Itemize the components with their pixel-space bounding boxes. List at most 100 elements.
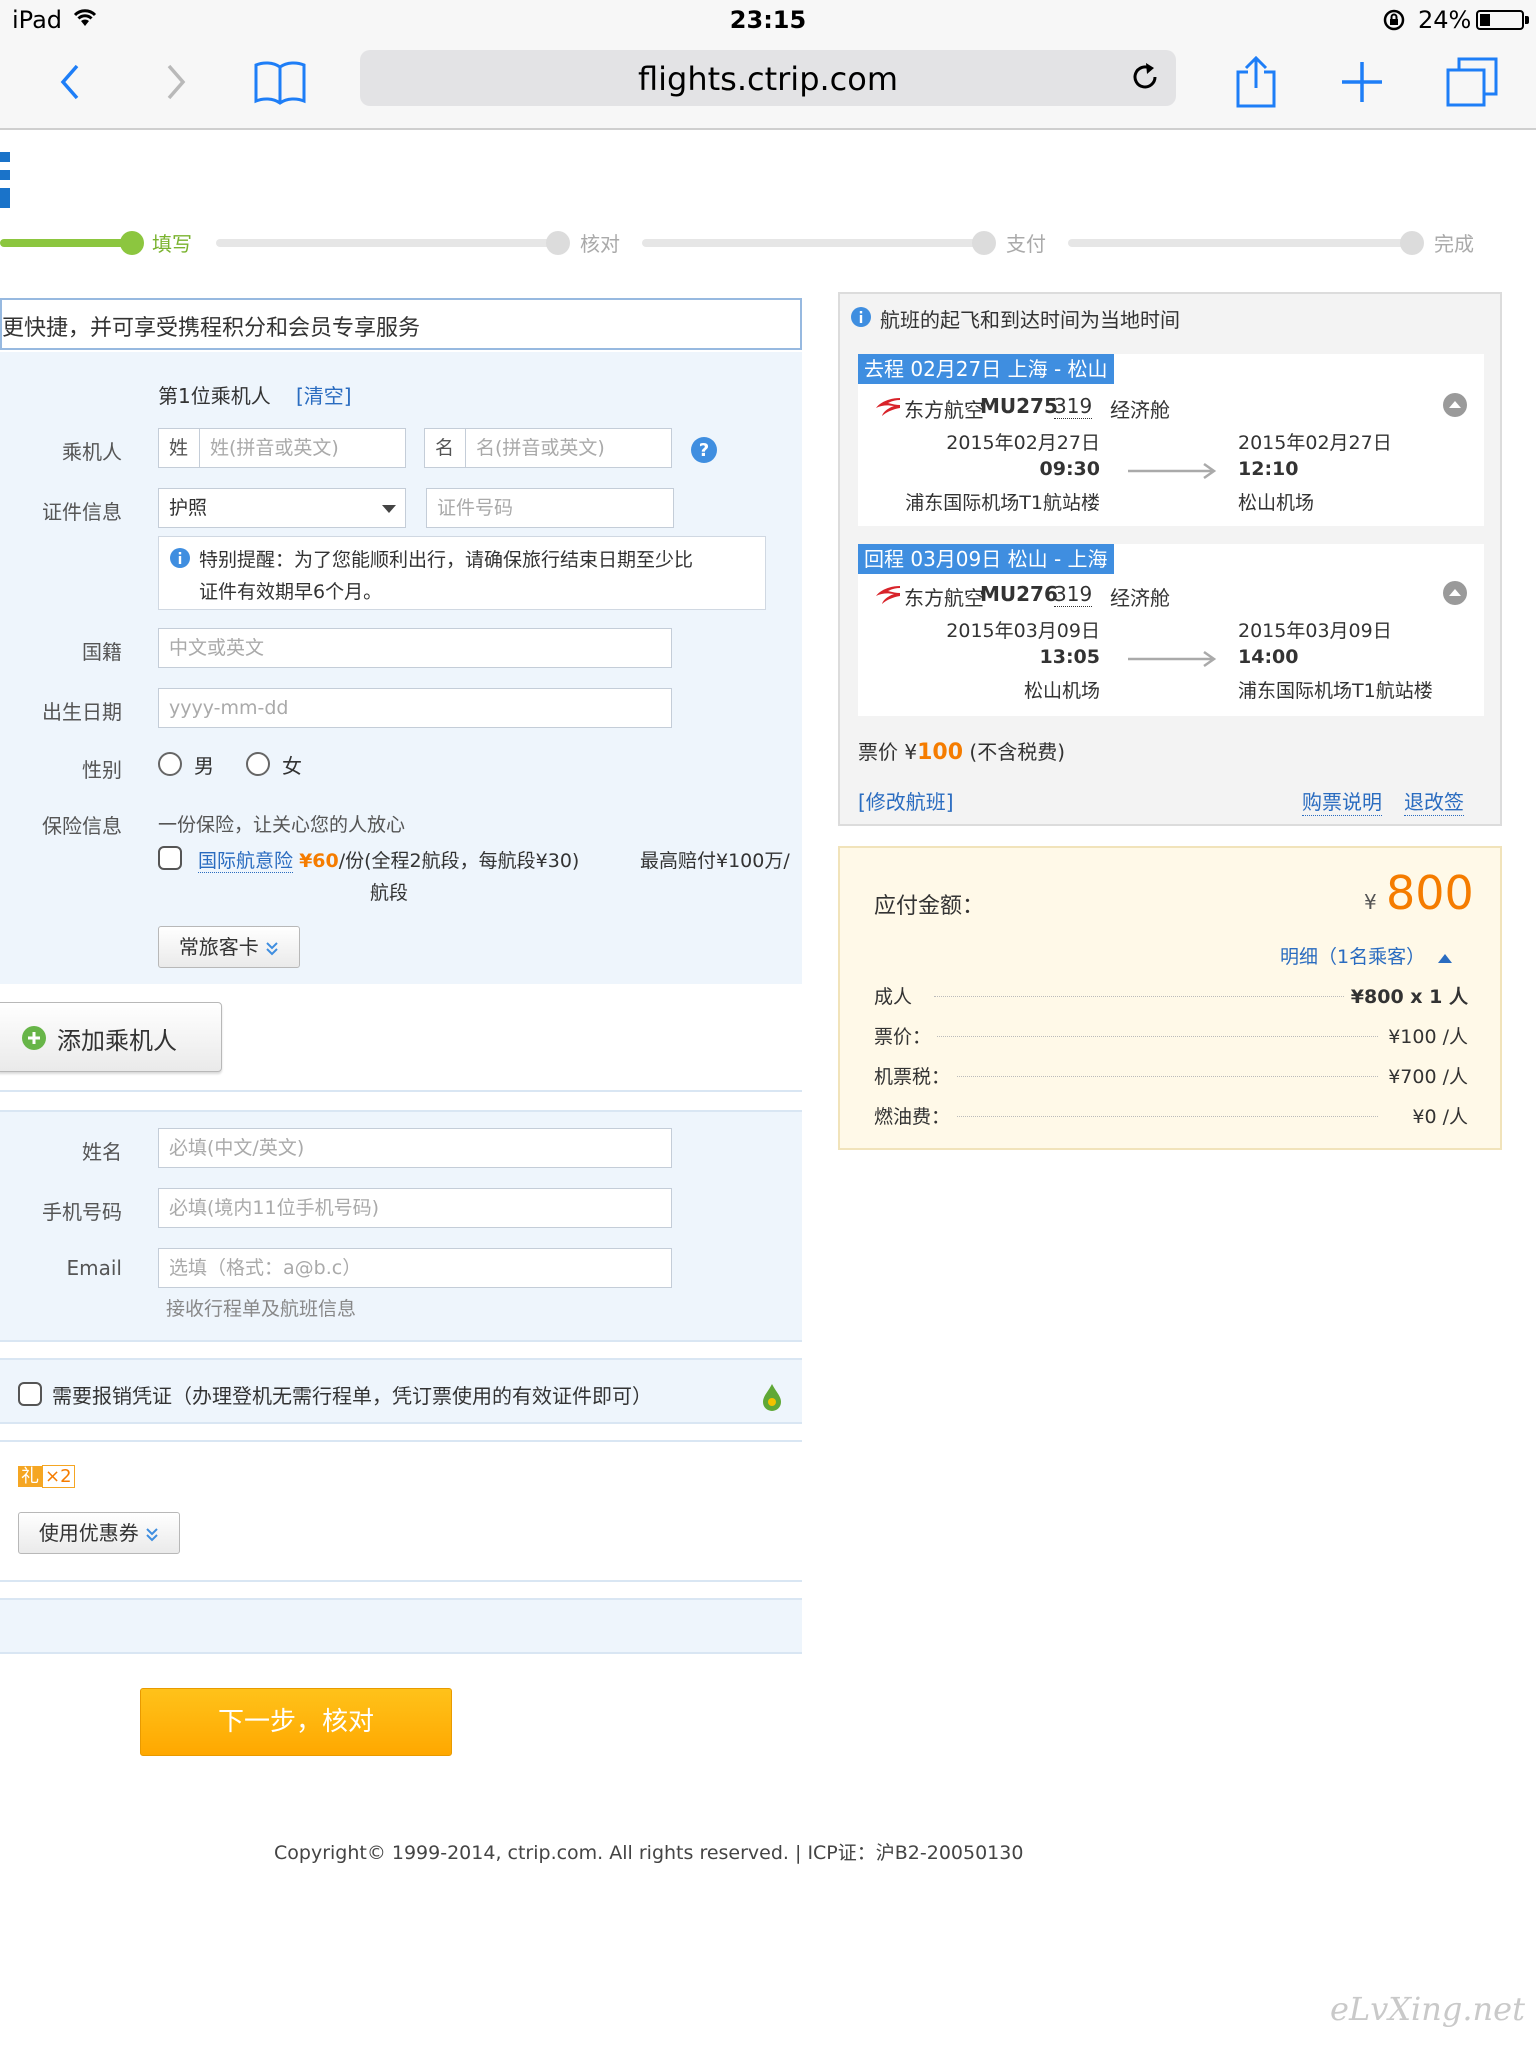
empty-section bbox=[0, 1598, 802, 1654]
refund-change-link[interactable]: 退改签 bbox=[1404, 786, 1464, 816]
nationality-input[interactable]: 中文或英文 bbox=[158, 628, 672, 668]
surname-prefix: 姓 bbox=[169, 429, 200, 467]
gift-count: ×2 bbox=[42, 1465, 75, 1488]
amount-due-label: 应付金额： bbox=[874, 894, 985, 919]
return-route-tag: 回程 03月09日 松山 - 上海 bbox=[858, 544, 1114, 574]
address-bar[interactable]: flights.ctrip.com bbox=[360, 50, 1176, 106]
given-name-placeholder: 名(拼音或英文) bbox=[476, 437, 605, 459]
price-row-value: ¥0 /人 bbox=[1406, 1102, 1468, 1129]
email-placeholder: 选填（格式：a@b.c） bbox=[169, 1257, 362, 1279]
collapse-up-icon[interactable] bbox=[1442, 580, 1468, 610]
total-amount: 800 bbox=[1386, 866, 1474, 920]
price-detail-toggle[interactable]: 明细（1名乘客） bbox=[1280, 942, 1453, 969]
step-line bbox=[642, 239, 982, 247]
browser-toolbar: flights.ctrip.com bbox=[0, 40, 1536, 130]
forward-icon[interactable] bbox=[148, 54, 204, 110]
modify-flight-link[interactable]: [修改航班] bbox=[858, 786, 954, 815]
insurance-slogan: 一份保险，让关心您的人放心 bbox=[158, 814, 406, 836]
step-dot bbox=[546, 231, 570, 255]
return-cabin: 经济舱 bbox=[1110, 586, 1170, 610]
id-number-input[interactable]: 证件号码 bbox=[426, 488, 674, 528]
id-type-select[interactable]: 护照 bbox=[158, 488, 406, 528]
passenger-heading: 第1位乘机人 bbox=[158, 384, 271, 408]
purchase-notes-link[interactable]: 购票说明 bbox=[1302, 786, 1382, 816]
collapse-up-icon[interactable] bbox=[1442, 392, 1468, 422]
next-step-button[interactable]: 下一步，核对 bbox=[140, 1688, 452, 1756]
insurance-name-link[interactable]: 国际航意险 bbox=[198, 850, 294, 873]
birth-date-placeholder: yyyy-mm-dd bbox=[169, 697, 289, 719]
birth-date-input[interactable]: yyyy-mm-dd bbox=[158, 688, 672, 728]
outbound-dep-date: 2015年02月27日 bbox=[946, 432, 1100, 454]
email-input[interactable]: 选填（格式：a@b.c） bbox=[158, 1248, 672, 1288]
info-icon bbox=[169, 547, 191, 573]
gender-male-radio[interactable] bbox=[158, 752, 182, 776]
return-arr-date: 2015年03月09日 bbox=[1238, 620, 1392, 642]
tabs-overview-icon[interactable] bbox=[1444, 54, 1500, 110]
price-row-value: ¥100 /人 bbox=[1382, 1022, 1468, 1049]
clear-passenger-link[interactable]: [清空] bbox=[296, 380, 352, 409]
double-chevron-down-icon bbox=[145, 1515, 159, 1555]
contact-name-label: 姓名 bbox=[82, 1140, 122, 1164]
bookmarks-icon[interactable] bbox=[252, 54, 308, 110]
surname-input[interactable]: 姓姓(拼音或英文) bbox=[158, 428, 406, 468]
help-icon[interactable]: ? bbox=[690, 436, 718, 468]
insurance-checkbox[interactable] bbox=[158, 846, 182, 870]
return-dep-time: 13:05 bbox=[1039, 646, 1100, 668]
new-tab-icon[interactable] bbox=[1334, 54, 1390, 110]
info-icon bbox=[850, 306, 872, 332]
flight-time-notice: 航班的起飞和到达时间为当地时间 bbox=[880, 308, 1180, 332]
outbound-aircraft-link[interactable]: 319 bbox=[1054, 394, 1093, 419]
step-dot bbox=[1400, 231, 1424, 255]
return-dep-airport: 松山机场 bbox=[1023, 680, 1100, 702]
return-arr-airport: 浦东国际机场T1航站楼 bbox=[1238, 680, 1433, 702]
frequent-flyer-button[interactable]: 常旅客卡 bbox=[158, 926, 300, 968]
price-detail-label: 明细（1名乘客） bbox=[1280, 946, 1426, 968]
return-aircraft-link[interactable]: 319 bbox=[1054, 582, 1093, 607]
nationality-placeholder: 中文或英文 bbox=[169, 637, 265, 659]
reload-icon[interactable] bbox=[1128, 60, 1162, 98]
add-passenger-label: 添加乘机人 bbox=[57, 1027, 177, 1055]
contact-name-input[interactable]: 必填(中文/英文) bbox=[158, 1128, 672, 1168]
login-tip-banner[interactable]: 更快捷，并可享受携程积分和会员专享服务 bbox=[0, 298, 802, 350]
id-validity-notice: 特别提醒：为了您能顺利出行，请确保旅行结束日期至少比 证件有效期早6个月。 bbox=[158, 536, 766, 610]
share-icon[interactable] bbox=[1228, 54, 1284, 110]
surname-placeholder: 姓(拼音或英文) bbox=[210, 437, 339, 459]
phone-input[interactable]: 必填(境内11位手机号码) bbox=[158, 1188, 672, 1228]
arrow-right-icon bbox=[1126, 460, 1218, 484]
insurance-label: 保险信息 bbox=[42, 814, 122, 838]
coupon-section bbox=[0, 1440, 802, 1582]
leaf-drop-icon bbox=[760, 1382, 784, 1416]
price-row-value: ¥800 x 1 人 bbox=[1344, 982, 1468, 1009]
fare-suffix: (不含税费) bbox=[969, 740, 1065, 764]
price-row: 票价： ¥100 /人 bbox=[874, 1022, 1468, 1052]
step-fill: 填写 bbox=[152, 232, 192, 256]
step-pay: 支付 bbox=[1006, 232, 1046, 256]
add-passenger-button[interactable]: 添加乘机人 bbox=[0, 1002, 222, 1072]
invoice-checkbox[interactable] bbox=[18, 1382, 42, 1406]
step-line bbox=[1068, 239, 1408, 247]
outbound-arr-time: 12:10 bbox=[1238, 458, 1299, 480]
return-arr-time: 14:00 bbox=[1238, 646, 1299, 668]
step-line bbox=[216, 239, 556, 247]
back-icon[interactable] bbox=[42, 54, 98, 110]
chevron-down-icon bbox=[381, 489, 397, 540]
phone-label: 手机号码 bbox=[42, 1200, 122, 1224]
step-review: 核对 bbox=[580, 232, 620, 256]
fare-prefix: 票价 ¥ bbox=[858, 740, 918, 764]
gender-female-radio[interactable] bbox=[246, 752, 270, 776]
price-row: 机票税： ¥700 /人 bbox=[874, 1062, 1468, 1092]
gift-char: 礼 bbox=[18, 1466, 42, 1487]
price-row-value: ¥700 /人 bbox=[1382, 1062, 1468, 1089]
frequent-flyer-label: 常旅客卡 bbox=[178, 935, 259, 959]
ctrip-logo-fragment bbox=[0, 150, 10, 210]
outbound-flight-number: MU275 bbox=[980, 394, 1058, 418]
given-name-input[interactable]: 名名(拼音或英文) bbox=[424, 428, 672, 468]
use-coupon-button[interactable]: 使用优惠券 bbox=[18, 1512, 180, 1554]
outbound-cabin: 经济舱 bbox=[1110, 398, 1170, 422]
given-name-prefix: 名 bbox=[435, 429, 466, 467]
payment-summary-panel: 应付金额： ¥ 800 明细（1名乘客） 成人 ¥800 x 1 人 票价： ¥… bbox=[838, 846, 1502, 1150]
outbound-arr-airport: 松山机场 bbox=[1238, 492, 1315, 514]
gender-male-label: 男 bbox=[194, 754, 214, 778]
svg-text:?: ? bbox=[699, 440, 709, 461]
insurance-price: ¥60 bbox=[299, 850, 339, 872]
